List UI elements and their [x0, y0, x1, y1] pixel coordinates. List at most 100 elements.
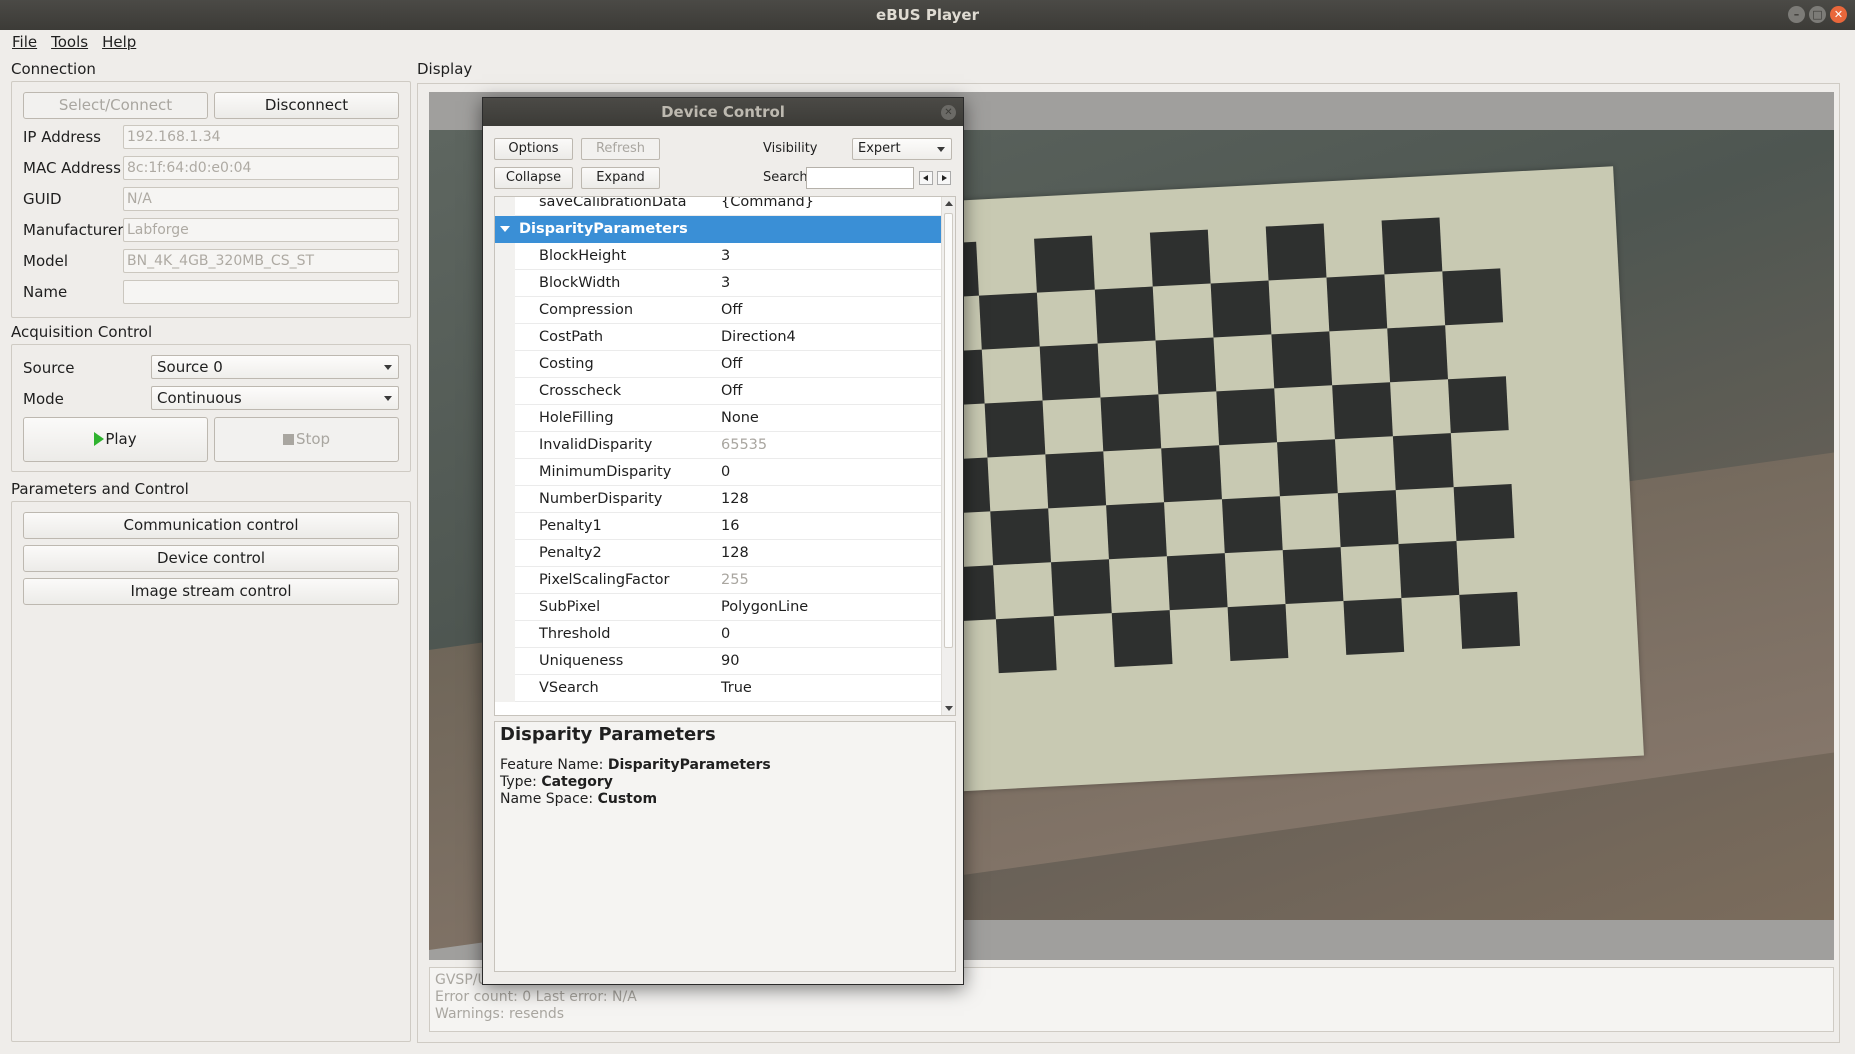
maximize-icon[interactable]: □: [1809, 6, 1826, 23]
search-label: Search: [763, 170, 808, 185]
stop-button[interactable]: Stop: [214, 417, 399, 462]
acquisition-title: Acquisition Control: [11, 323, 153, 341]
row-value[interactable]: Off: [721, 378, 742, 404]
scroll-down-icon[interactable]: [945, 706, 953, 711]
tree-row[interactable]: Compression Off: [495, 297, 942, 324]
close-icon[interactable]: ✕: [1830, 6, 1847, 23]
chevron-right-icon: [942, 175, 947, 181]
checker-square: [1332, 382, 1393, 440]
source-select[interactable]: Source 0: [151, 355, 399, 379]
guid-field[interactable]: N/A: [123, 187, 399, 211]
tree-scrollbar[interactable]: [941, 197, 955, 715]
tree-row[interactable]: Uniqueness 90: [495, 648, 942, 675]
checker-square: [1111, 610, 1173, 668]
tree-row[interactable]: Threshold 0: [495, 621, 942, 648]
row-value[interactable]: Off: [721, 297, 742, 323]
name-field[interactable]: [123, 280, 399, 304]
image-stream-control-button[interactable]: Image stream control: [23, 578, 399, 605]
device-control-button[interactable]: Device control: [23, 545, 399, 572]
menu-file[interactable]: File: [6, 30, 43, 54]
mac-address-field[interactable]: 8c:1f:64:d0:e0:04: [123, 156, 399, 180]
minimize-icon[interactable]: –: [1788, 6, 1805, 23]
mode-select[interactable]: Continuous: [151, 386, 399, 410]
row-value[interactable]: None: [721, 405, 759, 431]
row-gutter: [495, 594, 515, 621]
tree-row[interactable]: VSearch True: [495, 675, 942, 702]
checker-square: [1103, 448, 1164, 505]
search-prev-button[interactable]: [919, 171, 933, 185]
communication-control-button[interactable]: Communication control: [23, 512, 399, 539]
dialog-titlebar[interactable]: Device Control ✕: [483, 98, 963, 126]
row-gutter: [495, 567, 515, 594]
checker-square: [993, 562, 1054, 619]
checker-square: [1039, 343, 1101, 401]
tree-row[interactable]: MinimumDisparity 0: [495, 459, 942, 486]
row-value[interactable]: 3: [721, 270, 730, 296]
close-icon[interactable]: ✕: [941, 105, 956, 120]
row-value[interactable]: Off: [721, 351, 742, 377]
play-button[interactable]: Play: [23, 417, 208, 462]
collapse-button[interactable]: Collapse: [494, 167, 573, 189]
checker-square: [1381, 217, 1443, 275]
row-name: BlockWidth: [539, 275, 621, 291]
row-gutter: [495, 486, 515, 513]
row-value[interactable]: 128: [721, 486, 749, 512]
search-input[interactable]: [806, 167, 914, 189]
row-value[interactable]: 128: [721, 540, 749, 566]
model-field[interactable]: BN_4K_4GB_320MB_CS_ST: [123, 249, 399, 273]
scrollbar-thumb[interactable]: [944, 213, 953, 648]
expand-button[interactable]: Expand: [581, 167, 660, 189]
checker-square: [1447, 376, 1509, 434]
row-value[interactable]: {Command}: [721, 197, 814, 215]
checker-square: [1210, 280, 1272, 338]
select-connect-button[interactable]: Select/Connect: [23, 92, 208, 119]
checker-square: [1155, 337, 1217, 395]
row-value[interactable]: 90: [721, 648, 739, 674]
row-value[interactable]: True: [721, 675, 752, 701]
checker-square: [1219, 442, 1280, 499]
row-value[interactable]: 0: [721, 621, 730, 647]
row-value[interactable]: 3: [721, 243, 730, 269]
visibility-select[interactable]: Expert: [852, 138, 952, 160]
row-value[interactable]: 0: [721, 459, 730, 485]
row-value[interactable]: Direction4: [721, 324, 796, 350]
tree-row[interactable]: Crosscheck Off: [495, 378, 942, 405]
ip-address-field[interactable]: 192.168.1.34: [123, 125, 399, 149]
chevron-down-icon: [937, 147, 945, 152]
tree-row[interactable]: Penalty2 128: [495, 540, 942, 567]
refresh-button[interactable]: Refresh: [581, 138, 660, 160]
manufacturer-field[interactable]: Labforge: [123, 218, 399, 242]
tree-row[interactable]: NumberDisparity 128: [495, 486, 942, 513]
checker-square: [1164, 499, 1225, 556]
visibility-value: Expert: [858, 141, 901, 156]
row-name: Costing: [539, 356, 594, 372]
menu-tools[interactable]: Tools: [45, 30, 94, 54]
tree-row[interactable]: PixelScalingFactor 255: [495, 567, 942, 594]
tree-row[interactable]: SubPixel PolygonLine: [495, 594, 942, 621]
menu-bar: File Tools Help: [0, 30, 1855, 54]
menu-help[interactable]: Help: [96, 30, 142, 54]
disconnect-button[interactable]: Disconnect: [214, 92, 399, 119]
row-name: InvalidDisparity: [539, 437, 653, 453]
row-gutter: [495, 432, 515, 459]
tree-row[interactable]: Costing Off: [495, 351, 942, 378]
feature-description: Disparity Parameters Feature Name: Dispa…: [494, 721, 956, 972]
expand-arrow-icon[interactable]: [500, 226, 510, 232]
search-next-button[interactable]: [937, 171, 951, 185]
tree-row[interactable]: BlockWidth 3: [495, 270, 942, 297]
tree-row[interactable]: CostPath Direction4: [495, 324, 942, 351]
tree-row[interactable]: HoleFilling None: [495, 405, 942, 432]
tree-row[interactable]: BlockHeight 3: [495, 243, 942, 270]
tree-category-row[interactable]: DisparityParameters: [495, 216, 942, 243]
row-value[interactable]: 65535: [721, 432, 767, 458]
row-value[interactable]: PolygonLine: [721, 594, 808, 620]
options-button[interactable]: Options: [494, 138, 573, 160]
scroll-up-icon[interactable]: [945, 201, 953, 206]
row-value[interactable]: 16: [721, 513, 739, 539]
tree-row[interactable]: saveCalibrationData {Command}: [495, 197, 942, 216]
checker-square: [1451, 430, 1512, 487]
tree-row[interactable]: Penalty1 16: [495, 513, 942, 540]
row-value[interactable]: 255: [721, 567, 749, 593]
tree-row[interactable]: InvalidDisparity 65535: [495, 432, 942, 459]
checker-square: [1034, 235, 1095, 293]
